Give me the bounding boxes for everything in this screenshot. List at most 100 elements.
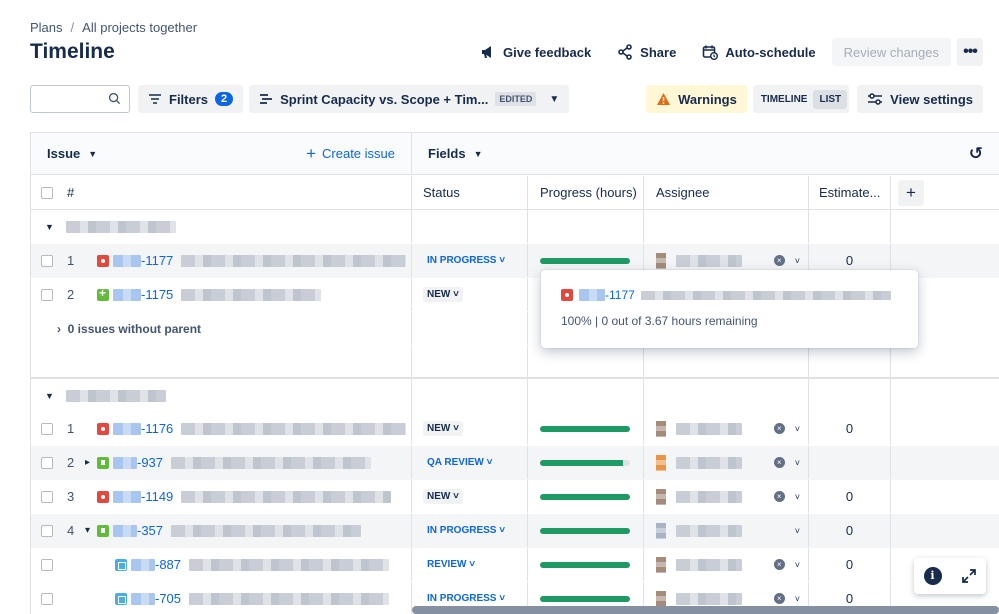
status-dropdown[interactable]: IN PROGRESS ˅	[423, 591, 509, 606]
collapse-chevron-icon[interactable]: ▾	[85, 525, 97, 536]
give-feedback-button[interactable]: Give feedback	[470, 38, 602, 66]
select-all-checkbox[interactable]	[41, 186, 53, 199]
review-changes-button[interactable]: Review changes	[831, 38, 951, 66]
issue-key-link[interactable]: -1175	[141, 287, 173, 302]
issue-key-link[interactable]: -1176	[141, 421, 173, 436]
estimate-value[interactable]: 0	[809, 514, 891, 547]
share-button[interactable]: Share	[607, 38, 687, 66]
view-settings-button[interactable]: View settings	[857, 85, 983, 113]
status-dropdown[interactable]: REVIEW ˅	[423, 557, 479, 572]
status-dropdown[interactable]: NEW ˅	[423, 287, 463, 302]
issue-key-link[interactable]: -1177	[141, 253, 173, 268]
tooltip-issue-key[interactable]: -1177	[605, 288, 635, 302]
auto-schedule-button[interactable]: Auto-schedule	[692, 38, 826, 66]
collapse-chevron-icon[interactable]: ▼	[45, 391, 54, 401]
horizontal-scrollbar[interactable]	[412, 606, 999, 614]
refresh-icon[interactable]: ↺	[969, 144, 983, 164]
estimate-value[interactable]: 0	[809, 480, 891, 513]
chevron-down-icon[interactable]: ▼	[88, 149, 97, 159]
bug-icon	[97, 254, 109, 267]
row-checkbox[interactable]	[41, 524, 53, 537]
chevron-down-icon[interactable]: ˅	[795, 526, 800, 536]
clear-assignee-icon[interactable]: ×	[773, 559, 785, 570]
progress-bar	[540, 527, 630, 534]
add-column-button[interactable]: +	[898, 179, 924, 206]
status-dropdown[interactable]: IN PROGRESS ˅	[423, 523, 509, 538]
create-issue-button[interactable]: + Create issue	[306, 144, 395, 164]
status-column-header[interactable]: Status	[412, 176, 528, 209]
chevron-down-icon[interactable]: ˅	[795, 256, 800, 266]
clear-assignee-icon[interactable]: ×	[773, 423, 785, 434]
warnings-button[interactable]: Warnings	[646, 85, 747, 113]
fields-dropdown[interactable]: Fields	[428, 146, 466, 161]
estimate-column-header[interactable]: Estimate...	[809, 176, 891, 209]
row-checkbox[interactable]	[41, 490, 53, 503]
avatar	[656, 252, 666, 269]
chevron-down-icon[interactable]: ▼	[474, 149, 483, 159]
chevron-down-icon[interactable]: ˅	[795, 458, 800, 468]
clear-assignee-icon[interactable]: ×	[773, 255, 785, 266]
chevron-down-icon[interactable]: ˅	[795, 560, 800, 570]
row-checkbox[interactable]	[41, 558, 53, 571]
list-mode-tab[interactable]: LIST	[813, 89, 848, 109]
fullscreen-icon[interactable]	[961, 568, 977, 584]
filters-count-badge: 2	[215, 92, 234, 106]
clear-assignee-icon[interactable]: ×	[773, 491, 785, 502]
estimate-value[interactable]: 0	[809, 412, 891, 445]
group-header-row: ▼	[31, 210, 999, 244]
issue-key-link[interactable]: -1149	[141, 489, 173, 504]
table-row[interactable]: 4 ▾ -357 IN PROGRESS ˅ ˅ 0	[31, 514, 999, 548]
issue-key-link[interactable]: -357	[137, 523, 163, 538]
collapse-chevron-icon[interactable]: ▼	[45, 222, 54, 232]
filters-button[interactable]: Filters 2	[138, 85, 244, 113]
row-checkbox[interactable]	[41, 422, 53, 435]
info-icon[interactable]: i	[923, 567, 942, 585]
assignee-column-header[interactable]: Assignee	[644, 176, 809, 209]
filters-label: Filters	[169, 91, 209, 107]
row-checkbox[interactable]	[41, 254, 53, 267]
progress-bar	[540, 425, 630, 432]
search-input[interactable]	[30, 85, 130, 113]
expand-chevron-icon[interactable]: ▸	[85, 457, 97, 468]
issue-key-link[interactable]: -705	[155, 591, 181, 606]
estimate-value[interactable]: 0	[809, 548, 891, 581]
progress-bar	[540, 459, 630, 466]
more-actions-button[interactable]: •••	[957, 38, 983, 66]
issue-summary	[171, 456, 372, 469]
estimate-value[interactable]	[809, 446, 891, 479]
issue-summary	[189, 558, 390, 571]
issue-key-link[interactable]: -887	[155, 557, 181, 572]
row-number: 3	[67, 489, 75, 504]
progress-column-header[interactable]: Progress (hours)	[528, 176, 644, 209]
status-dropdown[interactable]: NEW ˅	[423, 421, 463, 436]
clear-assignee-icon[interactable]: ×	[773, 457, 785, 468]
issue-dropdown[interactable]: Issue	[47, 146, 80, 161]
row-checkbox[interactable]	[41, 288, 53, 301]
table-row[interactable]: -887 REVIEW ˅ × ˅ 0	[31, 548, 999, 582]
group-name	[65, 389, 166, 402]
status-dropdown[interactable]: NEW ˅	[423, 489, 463, 504]
no-parent-toggle[interactable]: › 0 issues without parent	[41, 322, 201, 336]
issue-key-link[interactable]: -937	[137, 455, 163, 470]
subtask-icon	[115, 558, 127, 571]
row-checkbox[interactable]	[41, 456, 53, 469]
chevron-down-icon[interactable]: ˅	[795, 594, 800, 604]
table-row[interactable]: 2 ▸ -937 QA REVIEW ˅ × ˅	[31, 446, 999, 480]
view-mode-toggle: TIMELINE LIST	[752, 85, 850, 113]
breadcrumb-all-projects[interactable]: All projects together	[82, 20, 197, 35]
filter-icon	[149, 94, 161, 104]
table-row[interactable]: 1 -1176 NEW ˅ × ˅ 0	[31, 412, 999, 446]
view-selector-button[interactable]: Sprint Capacity vs. Scope + Tim... EDITE…	[249, 85, 570, 113]
status-dropdown[interactable]: QA REVIEW ˅	[423, 455, 496, 470]
chevron-down-icon[interactable]: ˅	[795, 492, 800, 502]
timeline-mode-tab[interactable]: TIMELINE	[755, 90, 814, 109]
chevron-down-icon[interactable]: ˅	[795, 424, 800, 434]
table-row[interactable]: 3 -1149 NEW ˅ × ˅ 0	[31, 480, 999, 514]
clear-assignee-icon[interactable]: ×	[773, 593, 785, 604]
breadcrumb-plans[interactable]: Plans	[30, 20, 63, 35]
status-dropdown[interactable]: IN PROGRESS ˅	[423, 253, 509, 268]
row-checkbox[interactable]	[41, 592, 53, 605]
avatar	[656, 488, 666, 505]
issue-summary	[181, 422, 407, 435]
avatar	[656, 556, 666, 573]
